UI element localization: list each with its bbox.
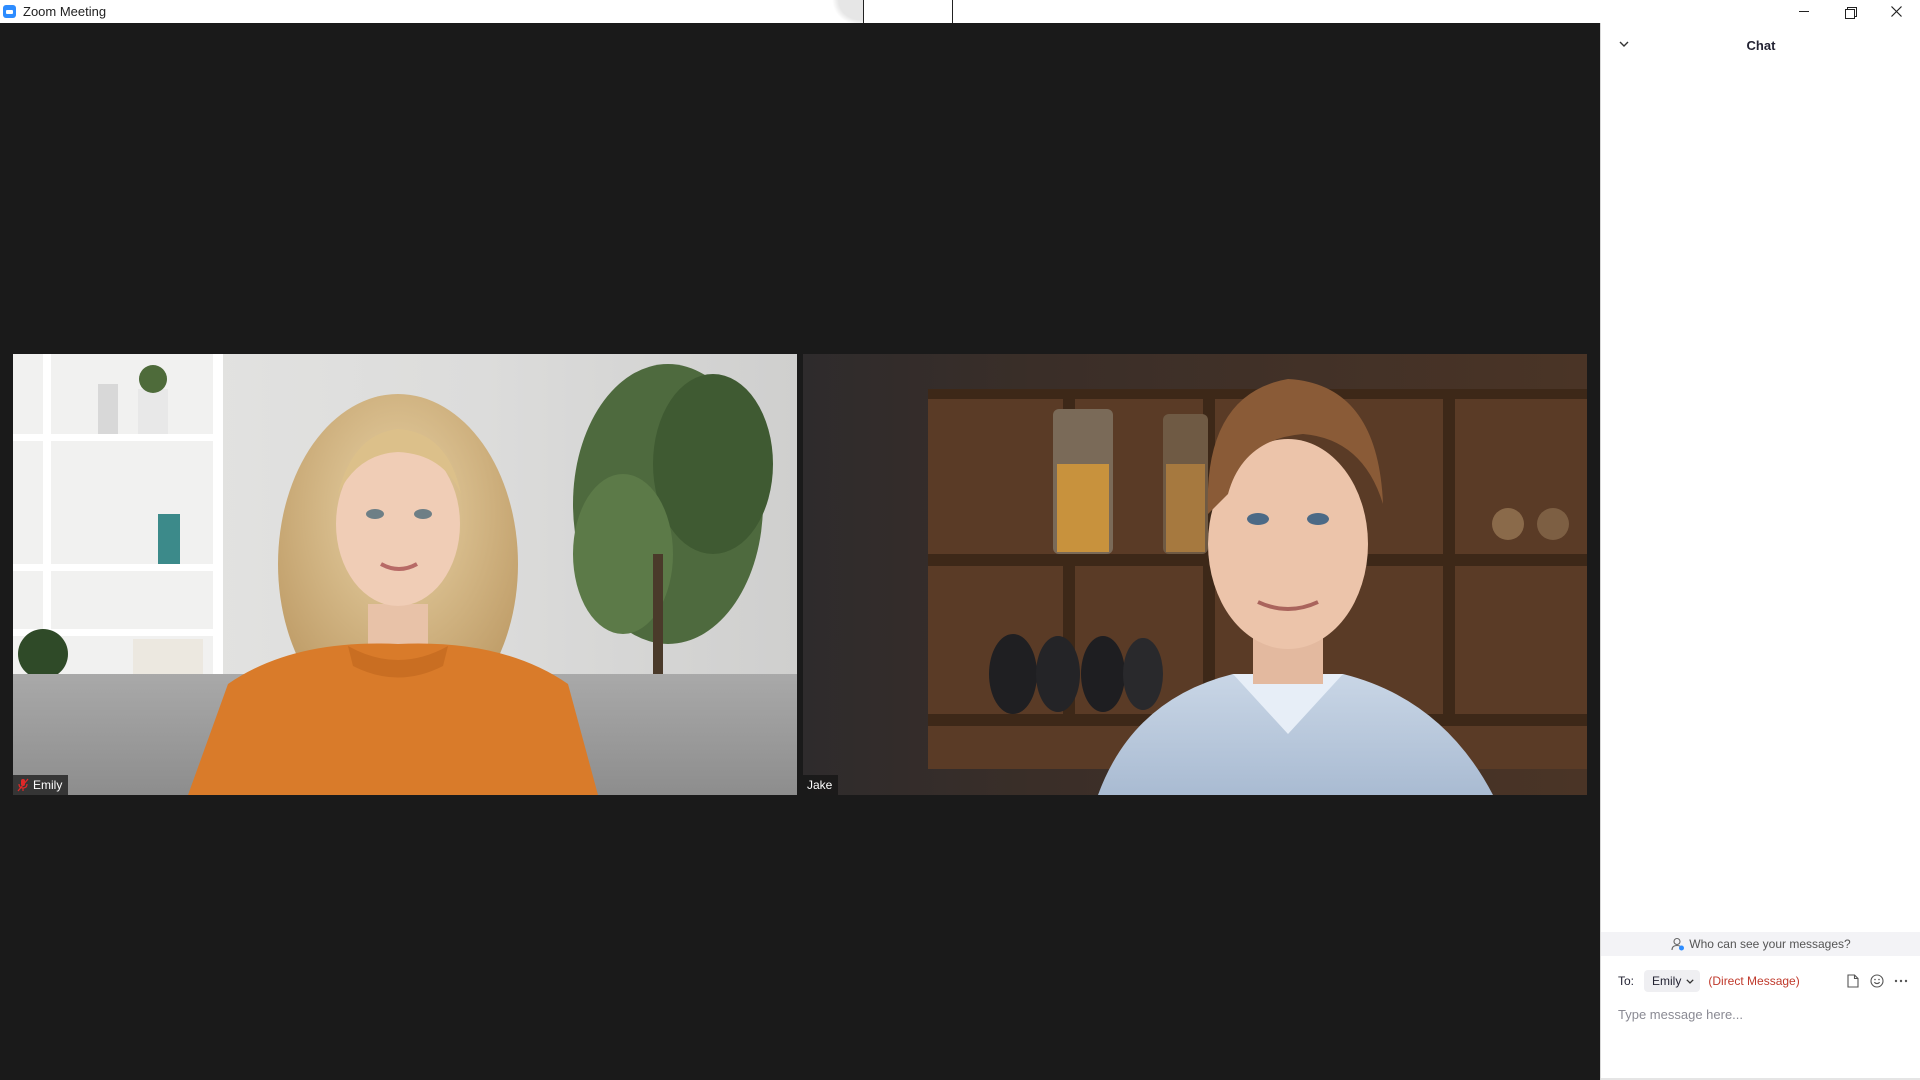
video-tile-emily[interactable]: Emily <box>13 354 797 795</box>
participant-name-tag: Jake <box>803 775 839 795</box>
direct-message-label: (Direct Message) <box>1708 974 1800 988</box>
message-input[interactable] <box>1613 999 1909 1029</box>
restore-icon <box>1845 6 1857 19</box>
emoji-button[interactable] <box>1869 973 1885 989</box>
close-icon <box>1890 6 1902 17</box>
title-bar: Zoom Meeting <box>0 0 1920 40</box>
more-icon <box>1894 979 1908 983</box>
more-options-button[interactable] <box>1893 973 1909 989</box>
chat-header: Chat <box>1601 23 1920 67</box>
video-gallery: Emily Jake <box>0 23 1600 1080</box>
person-info-icon <box>1671 937 1685 951</box>
to-label: To: <box>1618 974 1635 988</box>
minimize-button[interactable] <box>1781 0 1827 23</box>
window-title: Zoom Meeting <box>23 4 107 19</box>
restore-button[interactable] <box>1827 0 1873 23</box>
participant-name: Jake <box>807 778 833 792</box>
participant-name: Emily <box>33 778 63 792</box>
minimize-icon <box>1799 11 1809 12</box>
video-tile-jake[interactable]: Jake <box>803 354 1587 795</box>
recipient-dropdown[interactable]: Emily <box>1644 970 1701 992</box>
collapse-chat-button[interactable] <box>1617 37 1631 51</box>
mic-muted-icon <box>17 778 29 792</box>
send-file-button[interactable] <box>1845 973 1861 989</box>
participant-name-tag: Emily <box>13 775 69 795</box>
close-button[interactable] <box>1873 0 1919 23</box>
who-can-see-link: Who can see your messages? <box>1689 937 1851 951</box>
chat-toolbar <box>1845 969 1909 993</box>
chevron-down-icon <box>1619 41 1629 47</box>
zoom-logo-icon <box>3 5 16 18</box>
file-icon <box>1847 974 1859 988</box>
participant-video <box>13 354 797 795</box>
recipient-name: Emily <box>1652 974 1682 988</box>
chat-title: Chat <box>1746 37 1776 53</box>
participant-video <box>803 354 1587 795</box>
chat-panel: Chat Who can see your messages? To: Emil… <box>1600 23 1920 1080</box>
recipient-row: To: Emily (Direct Message) <box>1601 969 1920 993</box>
message-privacy-info[interactable]: Who can see your messages? <box>1601 932 1920 956</box>
chevron-down-icon <box>1686 978 1695 984</box>
emoji-icon <box>1870 974 1884 988</box>
